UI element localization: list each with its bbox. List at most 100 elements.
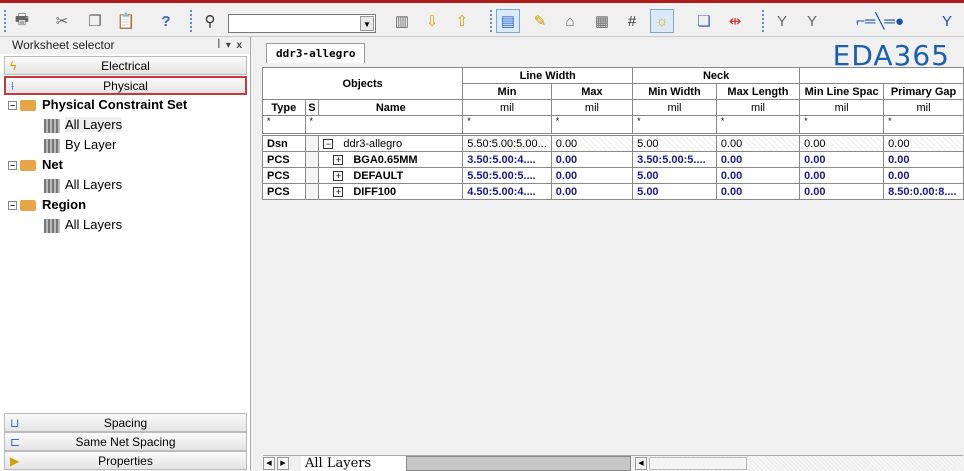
max-cell[interactable]: 0.00 [550,183,634,200]
filter3-icon[interactable]: Y [935,9,959,33]
expand-icon[interactable]: + [333,170,344,181]
scroll-left-icon[interactable]: ◀ [635,457,647,470]
tab-scroll-right-icon[interactable]: ▶ [277,457,289,470]
category-same-net-spacing[interactable]: ⊏ Same Net Spacing [4,432,247,451]
filter-cell[interactable]: * [632,115,717,134]
print-icon[interactable]: 🖶 [10,9,34,33]
max-length-cell[interactable]: 0.00 [715,183,801,200]
header-name[interactable]: Name [318,99,464,116]
min-cell[interactable]: 5.50:5.00:5.00... [462,135,552,152]
filter-icon[interactable]: Y [770,9,794,33]
primary-gap-cell[interactable]: 8.50:0.00:8.... [883,183,964,200]
collapse-icon[interactable]: − [8,161,17,171]
primary-gap-cell[interactable]: 0.00 [883,151,964,168]
toolbar-grip[interactable] [190,10,192,32]
table-row[interactable]: PCS + BGA0.65MM 3.50:5.00:4.... 0.00 3.50:5.0… [262,151,964,168]
filter-cell[interactable]: * [883,115,964,134]
min-width-cell[interactable]: 3.50:5.00:5.... [632,151,717,168]
category-properties[interactable]: ▶ Properties [4,451,247,470]
tab-scroll-left-icon[interactable]: ◀ [263,457,275,470]
type-cell[interactable]: PCS [262,151,306,168]
tree-region-all-layers[interactable]: All Layers [44,215,122,235]
filter-cell[interactable]: * [262,115,306,134]
scrollbar-thumb[interactable] [649,457,747,470]
expand-icon[interactable]: + [333,154,344,165]
name-cell[interactable]: + DEFAULT [318,167,464,184]
binoculars-icon[interactable]: ⚲ [198,9,222,33]
house-icon[interactable]: ⌂ [558,9,582,33]
category-spacing[interactable]: ⊔ Spacing [4,413,247,432]
filter-cell[interactable]: * [799,115,885,134]
paste-icon[interactable]: 📋 [114,9,138,33]
toolbar-grip[interactable] [4,10,6,32]
sun-icon[interactable]: ☼ [650,9,674,33]
tree-region[interactable]: − Region [8,195,86,215]
max-length-cell[interactable]: 0.00 [715,151,801,168]
min-line-spac-cell[interactable]: 0.00 [799,167,885,184]
s-cell[interactable] [304,135,320,152]
collapse-icon[interactable]: − [323,138,334,149]
tree-net-all-layers[interactable]: All Layers [44,175,122,195]
tree-net[interactable]: − Net [8,155,63,175]
connector-icon[interactable]: ⇹ [723,9,747,33]
max-cell[interactable]: 0.00 [550,135,634,152]
header-min-line-spac[interactable]: Min Line Spac [799,83,885,100]
tree-physical-constraint-set[interactable]: − Physical Constraint Set [8,95,187,115]
header-type[interactable]: Type [262,99,306,116]
table-row[interactable]: PCS + DIFF100 4.50:5.00:4.... 0.00 5.00 0.00 0.… [262,183,964,200]
header-min-width[interactable]: Min Width [632,83,717,100]
hash-icon[interactable]: # [620,9,644,33]
toolbar-grip[interactable] [762,10,764,32]
type-cell[interactable]: PCS [262,183,306,200]
header-max-length[interactable]: Max Length [715,83,801,100]
category-electrical[interactable]: ϟ Electrical [4,56,247,75]
name-cell[interactable]: + DIFF100 [318,183,464,200]
min-width-cell[interactable]: 5.00 [632,183,717,200]
collapse-icon[interactable]: − [8,201,17,211]
filter-cell[interactable]: * [462,115,552,134]
min-width-cell[interactable]: 5.00 [632,135,717,152]
name-cell[interactable]: − ddr3-allegro [318,135,464,152]
category-physical[interactable]: ⟊ Physical [4,76,247,95]
type-cell[interactable]: PCS [262,167,306,184]
min-width-cell[interactable]: 5.00 [632,167,717,184]
max-length-cell[interactable]: 0.00 [715,167,801,184]
toolbar-grip[interactable] [490,10,492,32]
pin-close-icons[interactable]: ꟾ ▾ x [217,37,242,54]
s-cell[interactable] [304,151,320,168]
header-max[interactable]: Max [550,83,634,100]
max-cell[interactable]: 0.00 [550,151,634,168]
name-cell[interactable]: + BGA0.65MM [318,151,464,168]
table-row[interactable]: Dsn − ddr3-allegro 5.50:5.00:5.00... 0.00 5.0… [262,135,964,152]
table-row[interactable]: PCS + DEFAULT 5.50:5.00:5.... 0.00 5.00 0.00 0.… [262,167,964,184]
chevron-down-icon[interactable]: ▼ [360,16,374,31]
help-icon[interactable]: ? [154,9,178,33]
max-length-cell[interactable]: 0.00 [715,135,801,152]
filter-off-icon[interactable]: Y [800,9,824,33]
s-cell[interactable] [304,167,320,184]
filter-cell[interactable]: * [304,115,464,134]
splitter[interactable] [251,37,259,470]
max-cell[interactable]: 0.00 [550,167,634,184]
worksheet-icon[interactable]: ▥ [390,9,414,33]
header-primary-gap[interactable]: Primary Gap [883,83,964,100]
header-min[interactable]: Min [462,83,552,100]
min-line-spac-cell[interactable]: 0.00 [799,135,885,152]
document-tab[interactable]: ddr3-allegro [266,43,365,63]
min-line-spac-cell[interactable]: 0.00 [799,183,885,200]
worksheet-view-icon[interactable]: ▤ [496,9,520,33]
tree-pcs-all-layers[interactable]: All Layers [44,115,123,135]
bookmark-up-icon[interactable]: ⇧ [450,9,474,33]
type-cell[interactable]: Dsn [262,135,306,152]
collapse-icon[interactable]: − [8,101,17,111]
filter-cell[interactable]: * [550,115,634,134]
tag-icon[interactable]: ✎ [528,9,552,33]
primary-gap-cell[interactable]: 0.00 [883,167,964,184]
sheet-tab-all-layers[interactable]: All Layers [301,456,406,471]
min-cell[interactable]: 4.50:5.00:4.... [462,183,552,200]
s-cell[interactable] [304,183,320,200]
window-icon[interactable]: ❏ [692,9,716,33]
net-topology-icon[interactable]: ⌐═╲═● [830,9,930,33]
cut-icon[interactable]: ✂ [50,9,74,33]
filter-cell[interactable]: * [715,115,801,134]
